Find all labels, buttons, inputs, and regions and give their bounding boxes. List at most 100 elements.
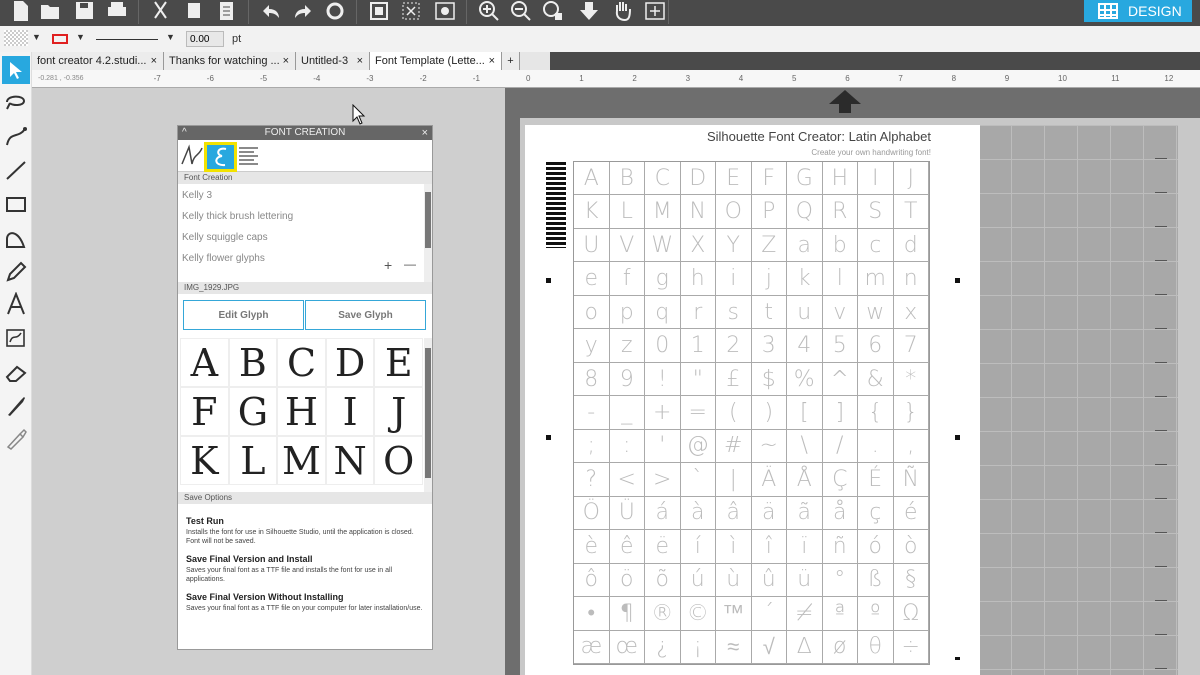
open-folder-icon[interactable] (38, 0, 64, 22)
copy-icon[interactable] (182, 0, 208, 22)
zoom-out-icon[interactable] (508, 0, 534, 22)
line-style-selector[interactable] (96, 39, 158, 40)
tab-align[interactable] (238, 146, 260, 166)
glyph-preview-scrollbar[interactable] (424, 338, 432, 492)
tab-handwriting[interactable] (181, 144, 203, 168)
line-tool[interactable] (2, 156, 30, 184)
glyph-cell: n (893, 262, 929, 296)
new-doc-icon[interactable] (8, 0, 34, 22)
curve-tool[interactable] (2, 122, 30, 150)
tab-font-creator[interactable]: font creator 4.2.studi... × (32, 52, 164, 70)
close-icon[interactable]: × (151, 52, 157, 70)
registration-mark (955, 278, 960, 283)
list-item[interactable]: Kelly squiggle caps (182, 232, 268, 243)
zoom-fit-icon[interactable] (540, 0, 566, 22)
replicate-icon[interactable] (432, 0, 458, 22)
fill-pattern-swatch[interactable] (4, 30, 28, 46)
zoom-in-icon[interactable] (476, 0, 502, 22)
design-button[interactable]: DESIGN (1084, 0, 1192, 22)
panel-title: FONT CREATION (264, 127, 346, 138)
glyph-preview-cell[interactable]: H (277, 387, 326, 436)
glyph-preview-cell[interactable]: I (325, 387, 375, 436)
tab-font-template[interactable]: Font Template (Lette... × (370, 52, 502, 70)
glyph-cell: % (787, 362, 823, 397)
glyph-preview-cell[interactable]: A (180, 338, 229, 387)
option-test-run[interactable]: Test Run Installs the font for use in Si… (186, 516, 424, 546)
remove-font-button[interactable]: — (404, 257, 416, 271)
template-page[interactable]: Silhouette Font Creator: Latin Alphabet … (525, 125, 980, 675)
scroll-thumb[interactable] (425, 348, 431, 478)
glyph-preview-cell[interactable]: L (228, 436, 278, 485)
add-font-button[interactable]: + (384, 257, 392, 273)
move-down-icon[interactable] (576, 0, 602, 22)
glyph-cell: ¶ (609, 597, 645, 631)
knife-tool[interactable] (2, 392, 30, 420)
chevron-down-icon[interactable]: ▼ (166, 32, 175, 42)
glyph-cell: √ (751, 630, 787, 664)
line-width-field[interactable] (186, 31, 224, 47)
template-title: Silhouette Font Creator: Latin Alphabet (706, 129, 931, 144)
option-save-and-install[interactable]: Save Final Version and Install Saves you… (186, 554, 424, 584)
point-edit-tool[interactable] (2, 88, 30, 116)
tab-thanks-for-watching[interactable]: Thanks for watching ... × (164, 52, 296, 70)
collapse-icon[interactable]: ^ (182, 126, 187, 140)
close-icon[interactable]: × (357, 52, 363, 70)
print-icon[interactable] (104, 0, 130, 22)
list-item[interactable]: Kelly 3 (182, 190, 212, 201)
glyph-preview-cell[interactable]: O (374, 436, 423, 485)
save-icon[interactable] (72, 0, 98, 22)
tab-label: font creator 4.2.studi... (37, 55, 147, 67)
scroll-thumb[interactable] (425, 192, 431, 248)
eraser-tool[interactable] (2, 358, 30, 386)
refresh-icon[interactable] (322, 0, 348, 22)
cut-icon[interactable] (148, 0, 174, 22)
glyph-preview-cell[interactable]: J (374, 387, 423, 436)
glyph-cell: 9 (609, 362, 645, 397)
sketch-tool[interactable] (2, 324, 30, 352)
save-glyph-button[interactable]: Save Glyph (305, 300, 426, 330)
glyph-cell: Å (787, 463, 823, 497)
paste-icon[interactable] (214, 0, 240, 22)
tab-label: Untitled-3 (301, 55, 349, 67)
line-color-swatch[interactable] (52, 34, 68, 44)
redo-icon[interactable] (290, 0, 316, 22)
glyph-preview-cell[interactable]: K (180, 436, 229, 485)
glyph-cell: X (680, 228, 716, 263)
undo-icon[interactable] (258, 0, 284, 22)
glyph-preview-cell[interactable]: B (228, 338, 278, 387)
list-item[interactable]: Kelly flower glyphs (182, 253, 265, 264)
polygon-tool[interactable] (2, 224, 30, 252)
ruler-tick-label: 0 (526, 74, 531, 83)
ungroup-icon[interactable] (398, 0, 424, 22)
tab-untitled-3[interactable]: Untitled-3 × (296, 52, 370, 70)
ruler-tick-label: -1 (472, 74, 480, 83)
option-save-without-installing[interactable]: Save Final Version Without Installing Sa… (186, 592, 424, 613)
add-page-icon[interactable] (642, 0, 668, 22)
draw-tool[interactable] (2, 258, 30, 286)
close-icon[interactable]: × (489, 52, 495, 70)
glyph-preview-cell[interactable]: G (228, 387, 278, 436)
group-icon[interactable] (366, 0, 392, 22)
list-item[interactable]: Kelly thick brush lettering (182, 211, 293, 222)
glyph-preview-cell[interactable]: F (180, 387, 229, 436)
new-tab-button[interactable]: + (502, 52, 520, 70)
rectangle-tool[interactable] (2, 190, 30, 218)
chevron-down-icon[interactable]: ▼ (76, 32, 85, 42)
glyph-cell: º (858, 597, 894, 631)
font-list-scrollbar[interactable] (424, 184, 432, 282)
glyph-preview-cell[interactable]: D (325, 338, 375, 387)
glyph-preview-cell[interactable]: C (277, 338, 326, 387)
close-icon[interactable]: × (422, 126, 428, 140)
pan-hand-icon[interactable] (610, 0, 636, 22)
close-icon[interactable]: × (283, 52, 289, 70)
glyph-preview-cell[interactable]: N (325, 436, 375, 485)
edit-glyph-button[interactable]: Edit Glyph (183, 300, 304, 330)
chevron-down-icon[interactable]: ▼ (32, 32, 41, 42)
glyph-preview-cell[interactable]: M (277, 436, 326, 485)
glyph-preview-cell[interactable]: E (374, 338, 423, 387)
eyedropper-tool[interactable] (2, 424, 30, 452)
text-tool[interactable] (2, 290, 30, 318)
line-width-unit: pt (232, 33, 242, 45)
select-tool[interactable] (2, 56, 30, 84)
tab-font-creation[interactable] (204, 142, 237, 172)
